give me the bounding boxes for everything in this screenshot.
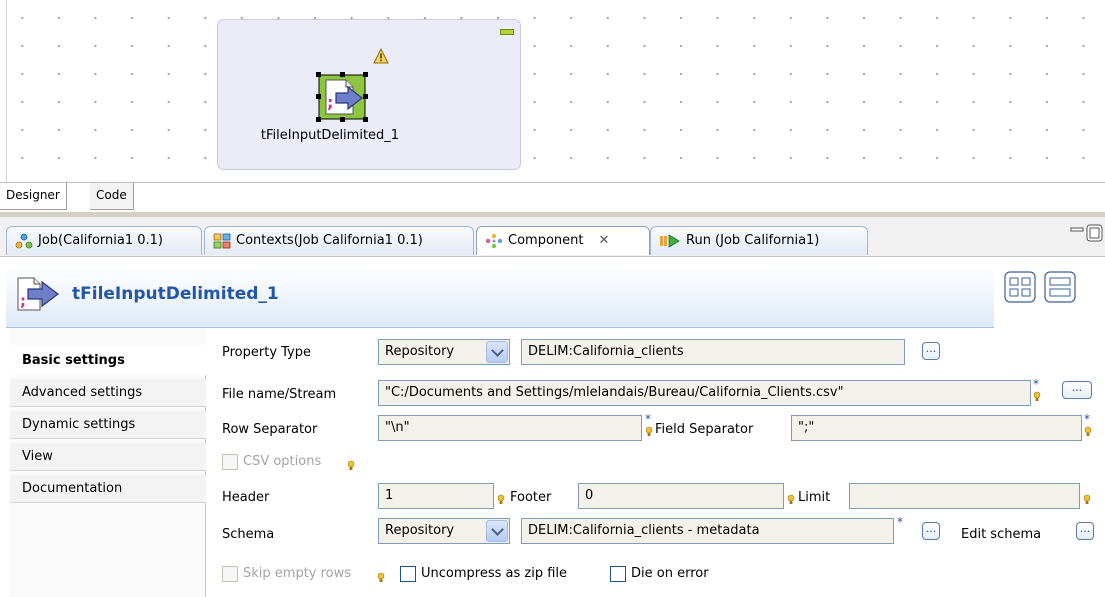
canvas-edge bbox=[6, 0, 7, 182]
component-icon bbox=[485, 233, 503, 249]
component-title: tFileInputDelimited_1 bbox=[72, 284, 279, 304]
tab-designer[interactable]: Designer bbox=[0, 183, 67, 210]
contexts-icon bbox=[213, 233, 231, 249]
tab-contexts[interactable]: Contexts(Job California1 0.1) bbox=[204, 226, 474, 255]
maximize-icon[interactable] bbox=[1086, 224, 1103, 242]
field-separator-input[interactable]: ";" bbox=[791, 415, 1082, 441]
bulb-icon bbox=[1033, 391, 1041, 401]
field-separator-label: Field Separator bbox=[655, 422, 754, 437]
warning-icon bbox=[373, 48, 389, 64]
property-type-value: Repository bbox=[385, 344, 455, 359]
required-star: * bbox=[1084, 412, 1090, 426]
tab-component-label: Component bbox=[508, 233, 584, 248]
row-separator-label: Row Separator bbox=[222, 422, 318, 437]
file-input-delimited-icon[interactable]: ; bbox=[316, 72, 370, 122]
tab-component[interactable]: Component ✕ bbox=[476, 226, 650, 255]
required-star: * bbox=[897, 515, 903, 529]
file-browse-button[interactable]: ... bbox=[1062, 381, 1092, 399]
die-on-error-checkbox[interactable] bbox=[610, 566, 626, 582]
limit-label: Limit bbox=[798, 490, 831, 505]
nav-view[interactable]: View bbox=[10, 443, 206, 471]
bulb-icon bbox=[787, 494, 795, 504]
skip-empty-rows-checkbox[interactable] bbox=[222, 566, 238, 582]
editor-tab-bar: Designer Code bbox=[0, 182, 1105, 212]
required-star: * bbox=[645, 412, 651, 426]
schema-label: Schema bbox=[222, 527, 275, 542]
nav-basic-settings[interactable]: Basic settings bbox=[10, 345, 206, 375]
view-tab-bar: Job(California1 0.1) Contexts(Job Califo… bbox=[0, 217, 1105, 257]
schema-value: Repository bbox=[385, 523, 455, 538]
property-repository-field[interactable]: DELIM:California_clients bbox=[521, 339, 905, 365]
footer-label: Footer bbox=[510, 490, 552, 505]
csv-options-label: CSV options bbox=[243, 454, 322, 469]
nav-documentation[interactable]: Documentation bbox=[10, 475, 206, 503]
bulb-icon bbox=[497, 494, 505, 504]
grid-layout-icon[interactable] bbox=[1004, 271, 1036, 303]
header-input[interactable]: 1 bbox=[378, 483, 494, 509]
edit-schema-button[interactable]: ... bbox=[1076, 522, 1094, 540]
list-layout-icon[interactable] bbox=[1044, 271, 1076, 303]
bulb-icon bbox=[645, 426, 653, 436]
file-name-input[interactable]: "C:/Documents and Settings/mlelandais/Bu… bbox=[378, 380, 1031, 406]
schema-select[interactable]: Repository bbox=[378, 518, 510, 544]
job-icon bbox=[15, 233, 33, 249]
bulb-icon bbox=[1083, 494, 1091, 504]
file-name-label: File name/Stream bbox=[222, 387, 337, 402]
run-icon bbox=[660, 234, 680, 248]
chevron-down-icon[interactable] bbox=[486, 341, 508, 363]
minimize-icon[interactable] bbox=[1070, 226, 1084, 238]
property-type-select[interactable]: Repository bbox=[378, 339, 510, 365]
tab-contexts-label: Contexts(Job California1 0.1) bbox=[236, 233, 423, 248]
chevron-down-icon[interactable] bbox=[486, 520, 508, 542]
row-separator-input[interactable]: "\n" bbox=[378, 415, 642, 441]
skip-empty-rows-label: Skip empty rows bbox=[243, 566, 352, 581]
svg-text:;: ; bbox=[327, 93, 333, 112]
tab-run[interactable]: Run (Job California1) bbox=[650, 226, 868, 255]
die-on-error-label: Die on error bbox=[631, 566, 709, 581]
component-label[interactable]: tFileInputDelimited_1 bbox=[230, 128, 430, 143]
schema-browse-button[interactable]: ... bbox=[922, 522, 940, 540]
tab-run-label: Run (Job California1) bbox=[686, 233, 820, 248]
edit-schema-label: Edit schema bbox=[961, 527, 1042, 542]
required-star: * bbox=[1033, 377, 1039, 391]
subjob-collapse-icon[interactable] bbox=[500, 29, 514, 35]
limit-input[interactable] bbox=[849, 483, 1080, 509]
footer-input[interactable]: 0 bbox=[578, 483, 784, 509]
designer-canvas[interactable] bbox=[0, 0, 1105, 182]
uncompress-zip-checkbox[interactable] bbox=[400, 566, 416, 582]
bulb-icon bbox=[1084, 426, 1092, 436]
tab-code[interactable]: Code bbox=[90, 183, 134, 210]
tab-job[interactable]: Job(California1 0.1) bbox=[6, 226, 202, 255]
tab-job-label: Job(California1 0.1) bbox=[38, 233, 163, 248]
property-browse-button[interactable]: ... bbox=[922, 342, 940, 360]
bulb-icon bbox=[377, 572, 385, 582]
nav-dynamic-settings[interactable]: Dynamic settings bbox=[10, 411, 206, 439]
property-type-label: Property Type bbox=[222, 345, 312, 360]
nav-advanced-settings[interactable]: Advanced settings bbox=[10, 379, 206, 407]
csv-options-checkbox[interactable] bbox=[222, 454, 238, 470]
close-icon[interactable]: ✕ bbox=[598, 227, 609, 255]
bulb-icon bbox=[347, 460, 355, 470]
uncompress-zip-label: Uncompress as zip file bbox=[421, 566, 567, 581]
svg-text:;: ; bbox=[20, 292, 26, 310]
header-label: Header bbox=[222, 490, 270, 505]
schema-repository-field[interactable]: DELIM:California_clients - metadata bbox=[521, 518, 894, 544]
file-input-delimited-icon: ; bbox=[17, 277, 59, 311]
settings-nav-spacer bbox=[10, 328, 206, 346]
